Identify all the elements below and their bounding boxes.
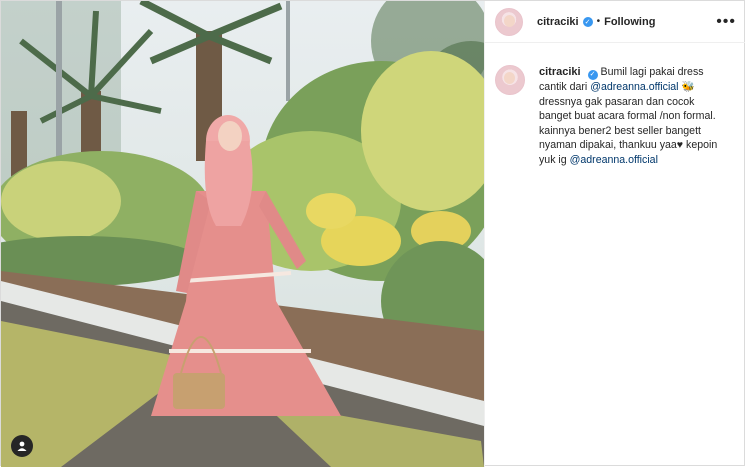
bee-emoji: 🐝 <box>681 81 695 94</box>
following-button[interactable]: Following <box>604 16 655 28</box>
more-options-icon[interactable]: ••• <box>716 13 736 29</box>
user-tag-icon[interactable] <box>11 435 33 457</box>
post-photo[interactable] <box>1 1 484 467</box>
verified-badge-icon: ✓ <box>582 16 593 27</box>
avatar[interactable] <box>495 65 525 95</box>
post-header: citraciki ✓ • Following ••• <box>485 1 745 43</box>
avatar[interactable] <box>495 7 523 36</box>
caption-comment: citraciki ✓ Bumil lagi pakai dress canti… <box>485 43 745 167</box>
username-link[interactable]: citraciki <box>537 16 579 28</box>
mention-link[interactable]: @adreanna.official <box>590 81 678 93</box>
verified-badge-icon: ✓ <box>587 70 598 81</box>
mention-link[interactable]: @adreanna.official <box>570 154 658 166</box>
caption-username-link[interactable]: citraciki <box>539 66 581 78</box>
separator-dot: • <box>596 16 601 27</box>
caption-body: citraciki ✓ Bumil lagi pakai dress canti… <box>539 65 727 167</box>
instagram-post: citraciki ✓ • Following ••• citraciki ✓ … <box>0 0 745 467</box>
photo-illustration <box>1 1 484 467</box>
post-sidebar: citraciki ✓ • Following ••• citraciki ✓ … <box>484 1 745 467</box>
person-glyph <box>17 441 27 451</box>
